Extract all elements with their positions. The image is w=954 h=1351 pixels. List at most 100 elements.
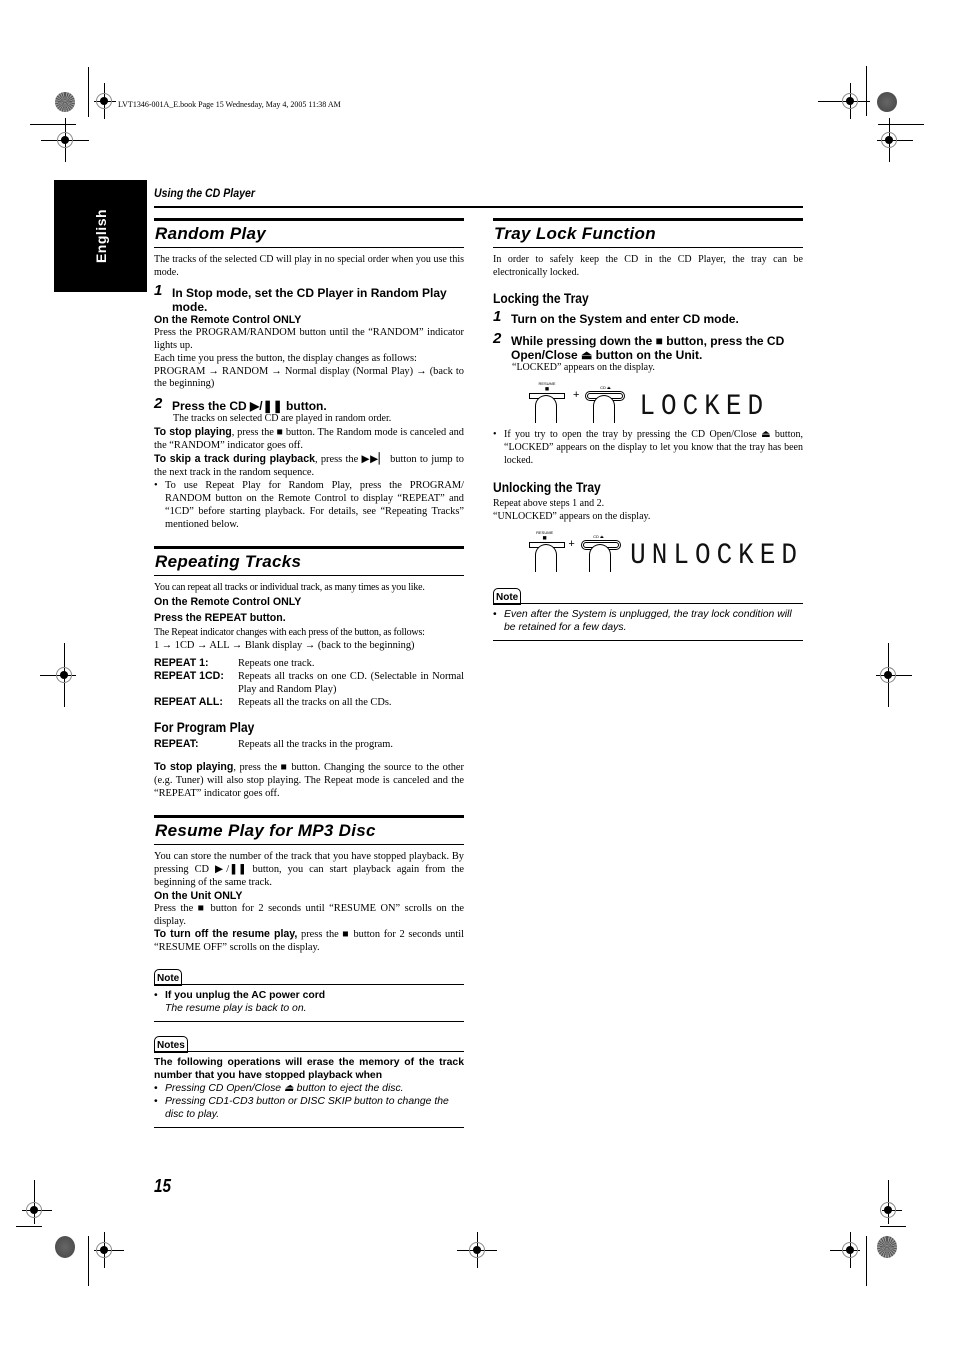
step-text: While pressing down the ■ button, press … [511, 333, 785, 362]
resume-play-section: Resume Play for MP3 Disc You can store t… [154, 814, 464, 1129]
step-text: In Stop mode, set the CD Player in Rando… [172, 285, 447, 314]
skip-track-label: To skip a track during playback [154, 453, 315, 466]
resume-play-title: Resume Play for MP3 Disc [154, 814, 464, 845]
crop-line [866, 66, 867, 116]
repeat-changes-text: The Repeat indicator changes with each p… [154, 627, 425, 639]
color-registration-icon [55, 92, 75, 112]
step-number: 2 [493, 329, 502, 347]
finger-icon [593, 394, 616, 423]
step-number: 1 [154, 281, 163, 299]
repeat-mode-row: REPEAT 1CD: Repeats all tracks on one CD.… [154, 670, 464, 696]
crop-line [88, 67, 89, 117]
finger-icon [535, 544, 557, 573]
resume-note: Note • If you unplug the AC power cord T… [154, 969, 464, 1023]
stop-playing-paragraph: To stop playing, press the ■ button. Cha… [154, 761, 464, 800]
step-text: Turn on the System and enter CD mode. [511, 311, 739, 326]
language-tab-label: English [92, 208, 109, 264]
color-registration-icon [55, 1236, 75, 1258]
random-play-step-2: 2 Press the CD ▶/❚❚ button. [154, 395, 464, 414]
note-header: Note [154, 969, 464, 987]
right-column: Tray Lock Function In order to safely ke… [493, 218, 803, 642]
color-registration-icon [877, 1236, 897, 1258]
page-number: 15 [154, 1176, 172, 1196]
locked-bullet: • If you try to open the tray by pressing… [493, 428, 803, 466]
resume-press-text: Press the ■ button for 2 seconds until “… [154, 902, 464, 927]
crop-line [88, 1236, 89, 1286]
remote-only-label: On the Remote Control ONLY [154, 596, 302, 609]
step-number: 2 [154, 395, 163, 413]
repeat-sequence: 1 → 1CD → ALL → Blank display → (back to… [154, 640, 415, 652]
locked-appears: “LOCKED” appears on the display. [512, 361, 655, 373]
notes-book-icon: Notes [154, 1036, 188, 1054]
repeating-tracks-section: Repeating Tracks You can repeat all trac… [154, 545, 464, 801]
finger-icon [535, 394, 557, 423]
locking-step-1: 1 Turn on the System and enter CD mode. [493, 307, 803, 326]
repeat-modes-list: REPEAT 1: Repeats one track. REPEAT 1CD: R… [154, 657, 464, 709]
random-play-title: Random Play [154, 218, 464, 248]
step-2-description: The tracks on selected CD are played in … [173, 413, 392, 425]
repeat-mode-row: REPEAT 1: Repeats one track. [154, 657, 315, 670]
repeat-mode-row: REPEAT ALL: Repeats all the tracks on all… [154, 696, 392, 709]
unlocking-heading: Unlocking the Tray [493, 479, 601, 496]
note-rule [521, 603, 803, 605]
unlocked-appears: “UNLOCKED” appears on the display. [493, 511, 651, 523]
locking-heading: Locking the Tray [493, 289, 589, 306]
crop-line [878, 124, 924, 125]
stop-icon: ■ [544, 384, 550, 393]
step-number: 1 [493, 307, 502, 325]
remote-only-label: On the Remote Control ONLY [154, 313, 302, 326]
tray-lock-intro: In order to safely keep the CD in the CD… [493, 254, 803, 278]
random-play-step-1: 1 In Stop mode, set the CD Player in Ran… [154, 281, 464, 314]
note-item: • Pressing CD Open/Close ⏏ button to ejec… [154, 1083, 404, 1095]
bullet-icon: • [154, 479, 158, 491]
section-header: Using the CD Player [154, 186, 255, 200]
notes-header: Notes [154, 1036, 464, 1054]
bullet-icon: • [154, 1083, 158, 1095]
bullet-icon: • [493, 609, 497, 621]
note-book-icon: Note [493, 588, 522, 606]
note-book-icon: Note [154, 969, 183, 987]
stop-button-illustration: RESUME ■ [527, 381, 567, 423]
turn-off-resume-paragraph: To turn off the resume play, press the ■… [154, 928, 464, 954]
each-time-text: Each time you press the button, the disp… [154, 352, 417, 364]
cd-eject-button-illustration: CD ⏏ [581, 530, 619, 573]
random-sequence: PROGRAM → RANDOM → Normal display (Norma… [154, 365, 464, 390]
skip-track-paragraph: To skip a track during playback, press t… [154, 453, 464, 480]
note-rule [182, 984, 464, 986]
press-repeat-label: Press the REPEAT button. [154, 612, 286, 625]
crop-line [880, 1226, 906, 1227]
header-rule [154, 206, 803, 208]
lcd-display-unlocked: UNLOCKED [630, 538, 803, 573]
bullet-icon: • [493, 428, 497, 440]
stop-playing-paragraph: To stop playing, press the ■ button. The… [154, 426, 464, 453]
press-program-random: Press the PROGRAM/RANDOM button until th… [154, 326, 464, 351]
note-item: • If you unplug the AC power cord The re… [154, 990, 326, 1015]
repeating-tracks-title: Repeating Tracks [154, 545, 464, 576]
stop-playing-label: To stop playing [154, 426, 232, 439]
program-play-heading: For Program Play [154, 719, 255, 736]
note-item: • Even after the System is unplugged, the… [493, 609, 792, 634]
notes-heading: The following operations will erase the … [154, 1057, 464, 1082]
locked-figure: RESUME ■ + CD ⏏ LOCKED [527, 381, 803, 423]
note-rule [187, 1051, 464, 1053]
step-text: Press the CD ▶/❚❚ button. [172, 399, 327, 414]
lcd-display-locked: LOCKED [639, 388, 770, 423]
locking-step-2: 2 While pressing down the ■ button, pres… [493, 329, 803, 362]
bullet-icon: • [154, 990, 158, 1002]
resume-intro: You can store the number of the track th… [154, 850, 464, 888]
crop-line [30, 124, 76, 125]
stop-icon: ■ [542, 534, 547, 543]
tray-lock-title: Tray Lock Function [493, 218, 803, 248]
unit-only-label: On the Unit ONLY [154, 889, 243, 902]
random-play-section: Random Play The tracks of the selected C… [154, 218, 464, 532]
random-play-intro: The tracks of the selected CD will play … [154, 254, 464, 278]
note-header: Note [493, 588, 803, 606]
cd-eject-button-illustration: CD ⏏ [585, 381, 625, 423]
repeat-steps-text: Repeat above steps 1 and 2. [493, 498, 605, 510]
left-column: Random Play The tracks of the selected C… [154, 218, 464, 1129]
bullet-icon: • [154, 1096, 158, 1108]
stop-button-illustration: RESUME ■ [527, 530, 565, 573]
program-repeat-list: REPEAT: Repeats all the tracks in the pro… [154, 738, 464, 751]
crop-line [16, 1226, 42, 1227]
repeat-mode-row: REPEAT: Repeats all the tracks in the pro… [154, 738, 393, 751]
